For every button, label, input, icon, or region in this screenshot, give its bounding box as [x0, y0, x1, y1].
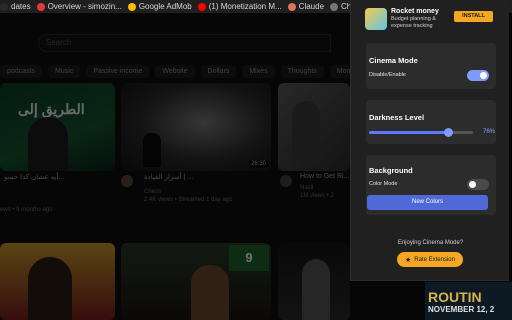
- bookmark-icon: [197, 2, 206, 11]
- background-title: Background: [369, 166, 413, 175]
- enjoy-text: Enjoying Cinema Mode?: [397, 240, 464, 246]
- video-title[interactable]: How to Get Ri...: [300, 173, 349, 180]
- search-placeholder: Search: [46, 38, 72, 47]
- install-button[interactable]: INSTALL: [454, 11, 493, 22]
- bookmark-label: dates: [11, 2, 31, 11]
- video-title[interactable]: أيه عشان كدا حسو...: [4, 173, 64, 181]
- rocket-money-logo: [365, 8, 387, 30]
- video-meta: ews • 9 months ago: [0, 207, 53, 213]
- thumb-text: 9: [229, 245, 269, 271]
- chip[interactable]: Passive income: [86, 65, 150, 78]
- thumb-date-text: NOVEMBER 12, 2: [428, 305, 495, 314]
- thumb-person: [292, 101, 320, 161]
- bookmark-icon: [127, 2, 136, 11]
- new-colors-button[interactable]: New Colors: [367, 195, 488, 210]
- ad-banner[interactable]: Rocket money Budget planning & expense t…: [365, 7, 496, 31]
- thumb-chess-piece: [143, 133, 161, 167]
- thumb-person: [191, 265, 229, 320]
- bookmark-icon: [36, 2, 45, 11]
- rate-extension-button[interactable]: ★ Rate Extension: [397, 252, 463, 267]
- thumb-person: [28, 117, 68, 171]
- bookmark-label: Claude: [298, 2, 325, 11]
- darkness-title: Darkness Level: [369, 113, 425, 122]
- darkness-value: 76%: [482, 129, 495, 135]
- chip-bar: podcasts Music Passive income Website Do…: [0, 65, 384, 79]
- cinema-mode-label: Disable/Enable: [369, 72, 406, 78]
- video-thumbnail[interactable]: 9: [121, 243, 271, 320]
- video-thumbnail[interactable]: [278, 83, 350, 171]
- thumb-person: [28, 257, 72, 320]
- star-icon: ★: [405, 256, 412, 264]
- chip[interactable]: Mixes: [242, 65, 275, 78]
- cinema-mode-toggle[interactable]: [467, 70, 489, 81]
- video-channel: Nazil: [300, 185, 314, 191]
- slider-fill: [369, 131, 449, 134]
- video-meta: 2.4K views • Streamed 1 day ago: [144, 197, 233, 203]
- color-mode-label: Color Mode: [369, 181, 398, 187]
- bookmark-label: Google AdMob: [138, 2, 192, 11]
- video-thumbnail[interactable]: 26:30: [121, 83, 271, 171]
- ad-description: Budget planning & expense tracking: [391, 16, 436, 29]
- video-thumbnail[interactable]: الطريق إلى: [0, 83, 115, 171]
- bookmark-item[interactable]: Claude: [287, 0, 325, 13]
- ad-title: Rocket money: [391, 8, 439, 15]
- bookmark-item[interactable]: Google AdMob: [127, 0, 192, 13]
- bookmark-item[interactable]: (1) Monetization M...: [197, 0, 282, 13]
- cinema-mode-title: Cinema Mode: [369, 56, 418, 65]
- bookmark-label: Overview - simozin...: [47, 2, 122, 11]
- video-duration: 26:30: [248, 160, 268, 168]
- thumb-person: [302, 259, 330, 320]
- rate-label: Rate Extension: [414, 256, 455, 263]
- darkness-card: Darkness Level 76%: [366, 100, 496, 144]
- chip[interactable]: Music: [48, 65, 81, 78]
- toggle-knob: [469, 181, 476, 188]
- bookmark-label: (1) Monetization M...: [208, 2, 282, 11]
- background-card: Background Color Mode New Colors: [366, 155, 496, 215]
- video-thumbnail[interactable]: [278, 243, 350, 320]
- chip[interactable]: Thoughts: [280, 65, 324, 78]
- bookmark-icon: [0, 2, 8, 11]
- cinema-mode-card: Cinema Mode Disable/Enable: [366, 43, 496, 89]
- video-thumbnail[interactable]: ROUTIN NOVEMBER 12, 2: [425, 282, 512, 320]
- video-title[interactable]: أسرار القيادة | ...: [144, 173, 193, 181]
- bookmark-item[interactable]: Overview - simozin...: [36, 0, 122, 13]
- bookmark-icon: [330, 2, 339, 11]
- video-channel: Chess: [144, 189, 162, 195]
- avatar[interactable]: [121, 175, 133, 187]
- darkness-slider[interactable]: [369, 128, 473, 137]
- search-input[interactable]: [38, 34, 331, 52]
- chip[interactable]: podcasts: [0, 65, 43, 78]
- thumb-overlay-text: الطريق إلى: [18, 101, 85, 117]
- slider-thumb[interactable]: [443, 128, 453, 137]
- video-thumbnail[interactable]: [0, 243, 115, 320]
- color-mode-toggle[interactable]: [467, 179, 489, 190]
- bookmark-icon: [287, 2, 296, 11]
- chip[interactable]: Website: [155, 65, 195, 78]
- cinema-mode-popup: Rocket money Budget planning & expense t…: [350, 0, 509, 281]
- bookmark-item[interactable]: dates: [0, 0, 31, 13]
- chip[interactable]: Dollars: [200, 65, 237, 78]
- avatar[interactable]: [280, 175, 292, 187]
- toggle-knob: [480, 72, 487, 79]
- video-meta: 1M views • 2: [300, 193, 334, 199]
- screen: dates Overview - simozin... Google AdMob…: [0, 0, 512, 320]
- thumb-title-text: ROUTIN: [428, 289, 482, 305]
